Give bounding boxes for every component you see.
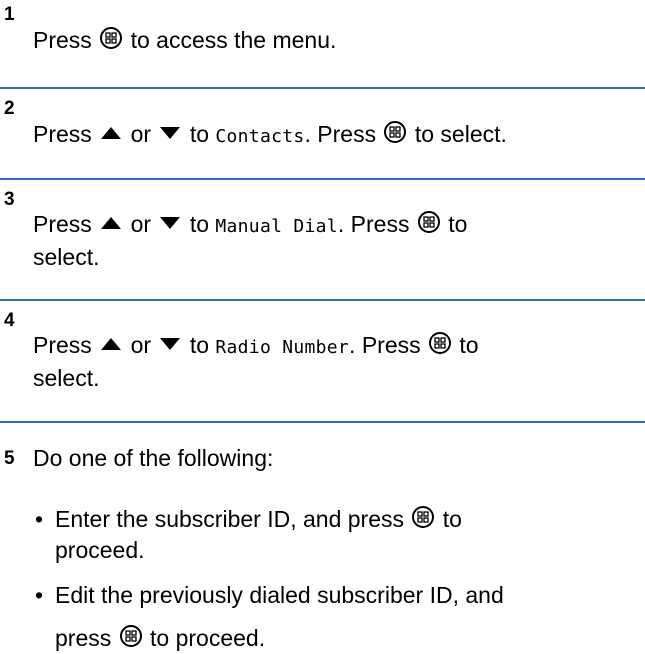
step-5: 5 Do one of the following: • Enter the s… [0,423,645,651]
step-text-part: to select. [414,121,507,147]
step-number: 5 [4,448,15,469]
down-arrow-icon [160,127,181,139]
step-text-part: to [442,506,462,532]
step-text-part: proceed. [55,537,145,563]
menu-item-name: Contacts [215,126,305,147]
step-number: 3 [4,189,15,210]
step-text-part: Edit the previously dialed subscriber ID… [55,582,504,608]
step-text-part: or [130,332,152,358]
step-text-part: press [55,625,112,651]
menu-ok-button-icon [429,332,452,354]
step-text: Press or to Contacts. Press to select. [33,89,645,152]
up-arrow-icon [101,127,122,139]
step-text-part: to [459,332,479,358]
menu-ok-button-icon [119,625,142,647]
menu-item-name: Radio Number [215,337,350,358]
step-text-part: to [189,121,209,147]
step-2: 2 Press or to Contacts. Press to select. [0,89,645,180]
menu-ok-button-icon [412,506,435,528]
step-3: 3 Press or to Manual Dial. Press to sele… [0,180,645,301]
procedure-steps: 1 Press to access the menu. 2 Press or t… [0,0,645,651]
step-text-part: . Press [304,121,377,147]
step-number: 2 [4,98,15,119]
down-arrow-icon [160,217,181,229]
up-arrow-icon [101,217,122,229]
step-text-part: or [130,211,152,237]
down-arrow-icon [160,338,181,350]
list-item: • Edit the previously dialed subscriber … [0,580,645,654]
step-text-part: Press [33,332,92,358]
step-text-part: Press [33,121,92,147]
step-intro: Do one of the following: [33,445,274,471]
bullet-dot: • [35,582,44,608]
options-list: • Enter the subscriber ID, and press to … [0,504,645,654]
step-text-part: to access the menu. [130,27,337,53]
step-text: Do one of the following: [33,423,645,474]
step-text-part: Enter the subscriber ID, and press [55,506,404,532]
list-item: • Enter the subscriber ID, and press to … [0,504,645,566]
step-text: Press or to Radio Number. Press to selec… [33,301,645,394]
step-text-part: to [189,211,209,237]
step-4: 4 Press or to Radio Number. Press to sel… [0,301,645,423]
step-text-part: Press [33,211,92,237]
step-text-part: select. [33,365,100,391]
menu-ok-button-icon [384,121,407,143]
step-text-part: select. [33,244,100,270]
step-1: 1 Press to access the menu. [0,0,645,89]
bullet-dot: • [35,506,44,532]
step-text-part: to [189,332,209,358]
step-text-part: to [448,211,468,237]
step-text-part: to proceed. [150,625,266,651]
menu-ok-button-icon [417,211,440,233]
menu-ok-button-icon [100,27,123,49]
step-text-part: . Press [349,332,421,358]
menu-item-name: Manual Dial [215,216,338,237]
step-text: Press or to Manual Dial. Press to select… [33,180,645,273]
step-text-part: Press [33,27,92,53]
up-arrow-icon [101,338,122,350]
step-text-part: or [130,121,152,147]
step-text: Press to access the menu. [33,0,645,56]
step-number: 1 [4,4,15,25]
step-text-part: . Press [337,211,410,237]
step-number: 4 [4,310,15,331]
